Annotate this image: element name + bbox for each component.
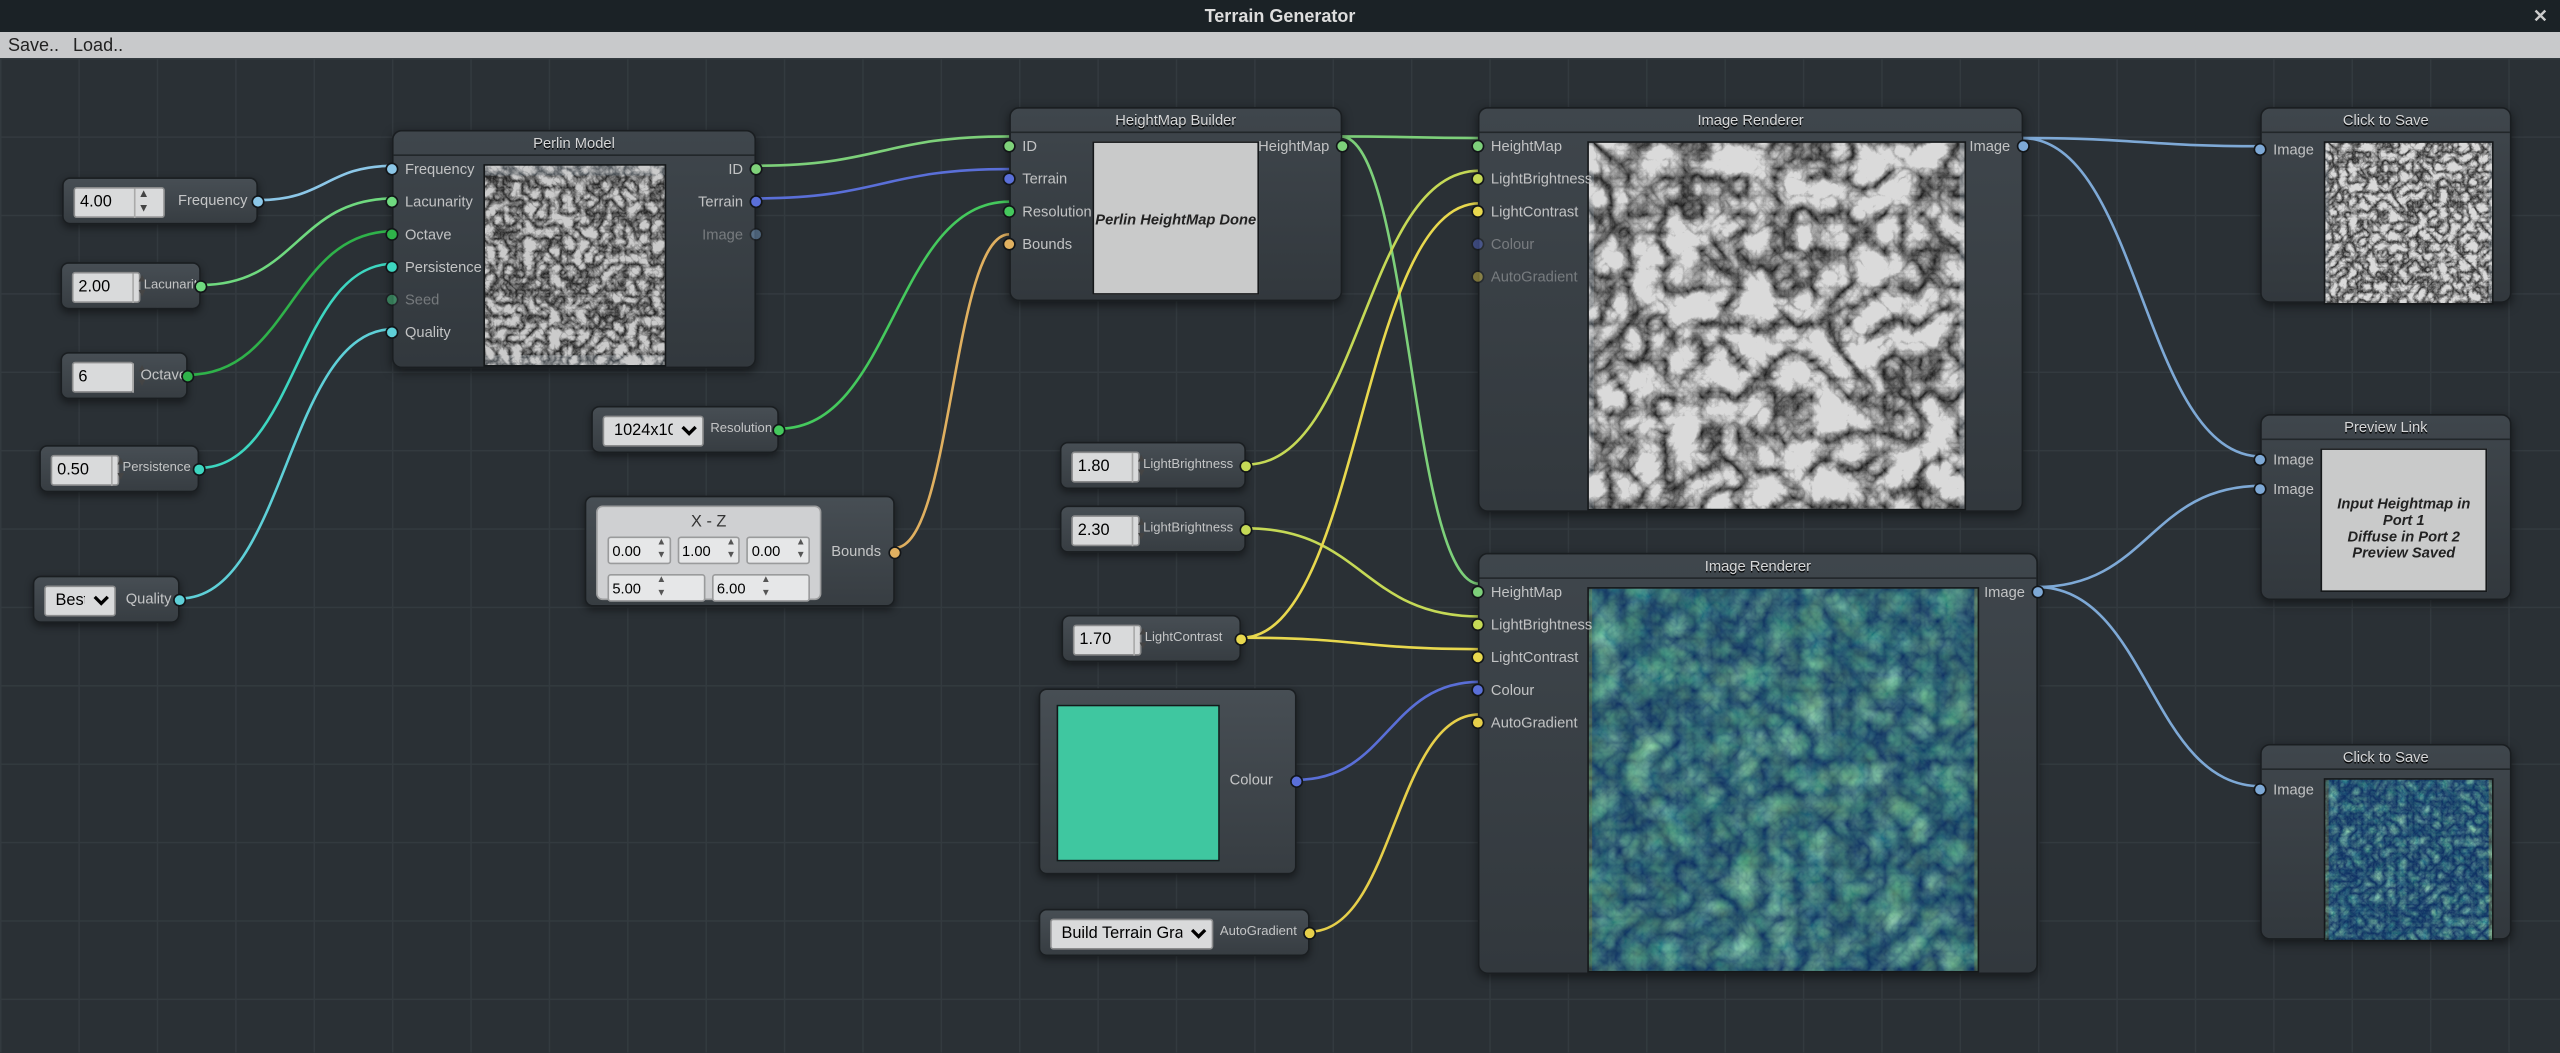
quality-panel[interactable]: Best Quality bbox=[33, 576, 180, 623]
down-icon[interactable]: ▼ bbox=[136, 203, 152, 218]
lightcontrast-panel[interactable]: ▲▼ LightContrast bbox=[1061, 615, 1241, 662]
port-label: ID bbox=[1022, 138, 1037, 154]
perlin-title: Perlin Model bbox=[394, 131, 755, 155]
ir2-preview bbox=[1587, 587, 1979, 972]
port-label: ID bbox=[728, 161, 743, 177]
heightmap-builder-node[interactable]: HeightMap Builder Perlin HeightMap Done … bbox=[1009, 107, 1342, 301]
menu-load[interactable]: Load.. bbox=[73, 35, 123, 56]
port-label: HeightMap bbox=[1258, 138, 1329, 154]
frequency-panel[interactable]: ▲▼ Frequency bbox=[62, 177, 258, 224]
bounds-x2[interactable] bbox=[679, 541, 725, 561]
close-icon[interactable]: ✕ bbox=[2533, 6, 2548, 27]
ir2-title: Image Renderer bbox=[1479, 554, 2036, 578]
ir1-preview bbox=[1587, 141, 1966, 510]
port-label: LightBrightness bbox=[1491, 171, 1592, 187]
bounds-label: Bounds bbox=[831, 543, 881, 559]
app-title: Terrain Generator bbox=[1205, 6, 1356, 27]
port-label: Seed bbox=[405, 292, 439, 308]
bounds-x1[interactable] bbox=[609, 541, 655, 561]
port-label: AutoGradient bbox=[1491, 714, 1578, 730]
click-save1-node[interactable]: Click to Save Image bbox=[2260, 107, 2511, 303]
lightbrightness1-panel[interactable]: ▲▼ LightBrightness bbox=[1060, 442, 1246, 489]
port-label: Terrain bbox=[698, 194, 743, 210]
frequency-input[interactable] bbox=[75, 194, 134, 212]
port-label: LightContrast bbox=[1491, 203, 1578, 219]
octave-label: Octave bbox=[140, 367, 187, 383]
bounds-z2[interactable] bbox=[714, 578, 760, 598]
port-label: AutoGradient bbox=[1491, 269, 1578, 285]
cs2-preview bbox=[2324, 778, 2494, 941]
octave-input[interactable] bbox=[73, 368, 132, 386]
menu-bar: Save.. Load.. bbox=[0, 32, 2560, 58]
port-label: Colour bbox=[1491, 236, 1534, 252]
port-label: Quality bbox=[405, 324, 451, 340]
port-label: Image bbox=[1984, 584, 2025, 600]
port-label: HeightMap bbox=[1491, 138, 1562, 154]
port-label: Octave bbox=[405, 226, 452, 242]
perlin-preview bbox=[483, 164, 666, 366]
image-renderer2-node[interactable]: Image Renderer HeightMap LightBrightness L… bbox=[1478, 553, 2038, 974]
resolution-select[interactable]: 1024x1024 bbox=[603, 416, 704, 447]
port-label: LightContrast bbox=[1491, 649, 1578, 665]
port-label: Persistence bbox=[405, 259, 482, 275]
persistence-label: Persistence bbox=[122, 460, 190, 475]
quality-label: Quality bbox=[126, 590, 172, 606]
port-label: Bounds bbox=[1022, 236, 1072, 252]
bounds-panel[interactable]: X - Z ▲▼ ▲▼ ▲▼ ▲▼ ▲▼ Bounds bbox=[585, 496, 895, 607]
port-label: Resolution bbox=[1022, 203, 1091, 219]
ir1-title: Image Renderer bbox=[1479, 109, 2021, 133]
menu-save[interactable]: Save.. bbox=[8, 35, 59, 56]
port-label: LightBrightness bbox=[1491, 616, 1592, 632]
perlin-model-node[interactable]: Perlin Model Frequency Lacunarity Octave Pe… bbox=[392, 130, 756, 368]
persistence-panel[interactable]: ▲▼ Persistence bbox=[39, 445, 199, 492]
image-renderer1-node[interactable]: Image Renderer HeightMap LightBrightness L… bbox=[1478, 107, 2023, 512]
hmb-msg: Perlin HeightMap Done bbox=[1094, 212, 1257, 228]
lb2-input[interactable] bbox=[1073, 522, 1132, 540]
persistence-input[interactable] bbox=[52, 461, 111, 479]
quality-select[interactable]: Best bbox=[44, 585, 116, 616]
pl-title: Preview Link bbox=[2262, 416, 2510, 440]
up-icon[interactable]: ▲ bbox=[136, 188, 152, 203]
title-bar: Terrain Generator ✕ bbox=[0, 0, 2560, 32]
bounds-header: X - Z bbox=[598, 514, 820, 532]
lacunarity-panel[interactable]: ▲▼ Lacunarity bbox=[60, 262, 200, 309]
hmb-title: HeightMap Builder bbox=[1011, 109, 1341, 133]
octave-panel[interactable]: ▲▼ Octave bbox=[60, 352, 187, 399]
bounds-z1[interactable] bbox=[609, 578, 655, 598]
preview-link-node[interactable]: Preview Link Input Heightmap in Port 1 D… bbox=[2260, 414, 2511, 600]
port-label: Lacunarity bbox=[405, 194, 473, 210]
port-label: Colour bbox=[1491, 682, 1534, 698]
resolution-panel[interactable]: 1024x1024 Resolution bbox=[591, 406, 779, 453]
frequency-label: Frequency bbox=[178, 192, 247, 208]
click-save2-node[interactable]: Click to Save Image bbox=[2260, 744, 2511, 940]
resolution-label: Resolution bbox=[710, 421, 772, 436]
cs1-preview bbox=[2324, 141, 2494, 304]
lacunarity-input[interactable] bbox=[73, 278, 132, 296]
lc-input[interactable] bbox=[1075, 631, 1134, 649]
port-label: Terrain bbox=[1022, 171, 1067, 187]
lb1-input[interactable] bbox=[1073, 458, 1132, 476]
colour-panel[interactable]: Colour bbox=[1039, 688, 1297, 874]
autogradient-select[interactable]: Build Terrain Gradient bbox=[1050, 919, 1213, 950]
lightbrightness2-panel[interactable]: ▲▼ LightBrightness bbox=[1060, 505, 1246, 552]
port-label: HeightMap bbox=[1491, 584, 1562, 600]
cs2-title: Click to Save bbox=[2262, 745, 2510, 769]
cs1-title: Click to Save bbox=[2262, 109, 2510, 133]
port-label: Image bbox=[1969, 138, 2010, 154]
bounds-x3[interactable] bbox=[748, 541, 794, 561]
port-label: Frequency bbox=[405, 161, 474, 177]
port-label: Image bbox=[702, 226, 743, 242]
autogradient-panel[interactable]: Build Terrain Gradient AutoGradient bbox=[1039, 909, 1310, 956]
